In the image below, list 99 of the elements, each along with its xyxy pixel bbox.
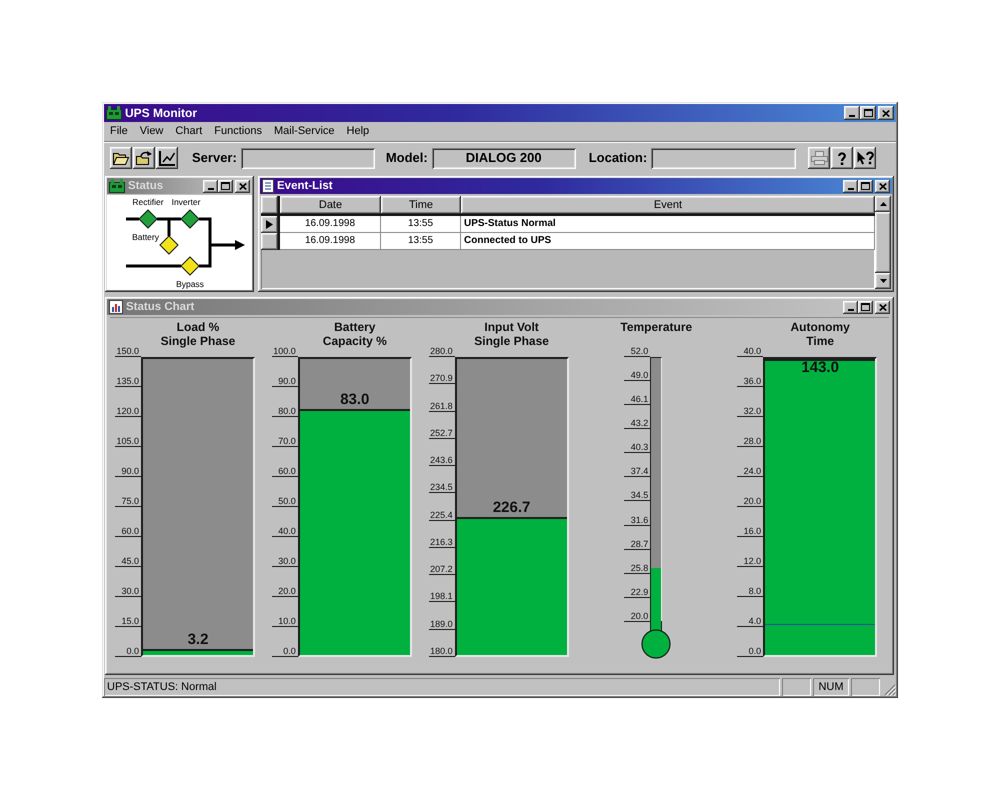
close-button[interactable] bbox=[875, 180, 890, 192]
axis-tick-label: 40.0 bbox=[737, 346, 764, 357]
power-line bbox=[199, 218, 212, 268]
close-icon bbox=[878, 304, 886, 310]
chart-icon bbox=[109, 300, 123, 314]
window-title: UPS Monitor bbox=[125, 106, 197, 120]
toolbar-button[interactable] bbox=[133, 147, 155, 169]
menu-item[interactable]: Chart bbox=[169, 124, 208, 139]
scroll-down-icon bbox=[880, 279, 886, 283]
gauge-title: Load % Single Phase bbox=[160, 320, 236, 350]
gauge-reading: 226.7 bbox=[492, 500, 530, 516]
gauge-title: Input Volt Single Phase bbox=[473, 320, 550, 350]
column-header[interactable]: Time bbox=[381, 196, 461, 214]
table-cell: Connected to UPS bbox=[461, 233, 875, 250]
scroll-up-icon bbox=[880, 202, 886, 206]
minimize-icon bbox=[849, 115, 855, 117]
maximize-icon bbox=[861, 182, 870, 190]
indicator-panel: NUM bbox=[813, 678, 849, 696]
minimize-button[interactable] bbox=[203, 180, 218, 192]
output-arrow bbox=[210, 240, 245, 250]
table-cell: 16.09.1998 bbox=[280, 216, 381, 233]
context-help-icon bbox=[856, 151, 874, 165]
minimize-button[interactable] bbox=[843, 300, 858, 314]
minimize-button[interactable] bbox=[844, 106, 860, 120]
close-button[interactable] bbox=[878, 106, 894, 120]
component-label: Inverter bbox=[172, 197, 200, 207]
row-pointer-icon bbox=[266, 220, 273, 229]
gauge-title: Temperature bbox=[620, 320, 692, 336]
scroll-thumb[interactable] bbox=[875, 212, 891, 273]
printer-icon bbox=[810, 151, 828, 165]
column-header[interactable]: Date bbox=[280, 196, 381, 214]
axis-tick-label: 100.0 bbox=[272, 346, 298, 357]
minimize-icon bbox=[848, 188, 854, 190]
text-field[interactable] bbox=[240, 148, 375, 168]
status-panel bbox=[782, 678, 811, 696]
maximize-button[interactable] bbox=[858, 300, 873, 314]
maximize-button[interactable] bbox=[858, 180, 873, 192]
toolbar-button[interactable] bbox=[110, 147, 132, 169]
scroll-up-button[interactable] bbox=[875, 196, 891, 212]
table-cell: 13:55 bbox=[381, 216, 461, 233]
close-icon bbox=[882, 110, 890, 116]
status-panel bbox=[851, 678, 880, 696]
gauge-title: Battery Capacity % bbox=[322, 320, 388, 350]
toolbar-button[interactable] bbox=[156, 147, 178, 169]
row-selector[interactable] bbox=[261, 216, 280, 233]
help-icon bbox=[838, 152, 846, 164]
maximize-icon bbox=[221, 182, 230, 190]
window-title: Status Chart bbox=[126, 300, 194, 314]
resize-grip-icon bbox=[884, 684, 896, 696]
text-field[interactable] bbox=[651, 148, 796, 168]
column-header[interactable]: Event bbox=[461, 196, 875, 214]
toolbar-button[interactable] bbox=[854, 147, 876, 169]
maximize-icon bbox=[861, 303, 870, 311]
minimize-button[interactable] bbox=[843, 180, 858, 192]
close-icon bbox=[238, 182, 246, 190]
close-icon bbox=[878, 182, 886, 190]
device-icon bbox=[109, 179, 125, 193]
close-button[interactable] bbox=[875, 300, 890, 314]
chart-icon bbox=[159, 150, 175, 166]
power-line bbox=[126, 264, 181, 268]
menu-item[interactable]: Functions bbox=[208, 124, 268, 139]
toolbar-button[interactable] bbox=[831, 147, 854, 169]
component-label: Battery bbox=[132, 232, 159, 242]
axis-tick-label: 52.0 bbox=[624, 346, 650, 357]
table-cell: 16.09.1998 bbox=[280, 233, 381, 250]
table-cell: UPS-Status Normal bbox=[461, 216, 875, 233]
minimize-icon bbox=[208, 188, 214, 190]
minimize-icon bbox=[848, 308, 854, 310]
gauge-reading: 3.2 bbox=[188, 632, 208, 648]
menu-item[interactable]: View bbox=[134, 124, 170, 139]
field-label: Location: bbox=[588, 149, 648, 168]
gauge-reading: 143.0 bbox=[801, 360, 839, 376]
document-icon bbox=[262, 179, 274, 193]
menu-item[interactable]: File bbox=[104, 124, 134, 139]
axis-tick-label: 150.0 bbox=[115, 346, 141, 357]
component-label: Bypass bbox=[176, 279, 204, 289]
window-title: Event-List bbox=[277, 179, 333, 193]
maximize-button[interactable] bbox=[860, 106, 876, 120]
window-title: Status bbox=[128, 179, 164, 193]
scroll-down-button[interactable] bbox=[875, 273, 891, 289]
power-line bbox=[126, 218, 139, 220]
table-cell: 13:55 bbox=[381, 233, 461, 250]
axis-tick-label: 280.0 bbox=[428, 346, 455, 357]
component-label: Rectifier bbox=[132, 197, 164, 207]
folder-arrow-icon bbox=[136, 151, 152, 165]
row-selector[interactable] bbox=[261, 233, 280, 250]
gauge-title: Autonomy Time bbox=[790, 320, 851, 350]
field-label: Model: bbox=[386, 149, 428, 168]
device-icon bbox=[106, 106, 122, 120]
gauge-reading: 83.0 bbox=[340, 392, 370, 408]
close-button[interactable] bbox=[235, 180, 250, 192]
maximize-icon bbox=[864, 109, 872, 117]
status-message: UPS-STATUS: Normal bbox=[104, 678, 780, 696]
maximize-button[interactable] bbox=[218, 180, 233, 192]
field-label: Server: bbox=[192, 149, 237, 168]
menu-item[interactable]: Mail-Service bbox=[268, 124, 341, 139]
text-field[interactable]: DIALOG 200 bbox=[432, 148, 576, 168]
menu-item[interactable]: Help bbox=[340, 124, 376, 139]
open-folder-icon bbox=[113, 152, 129, 164]
